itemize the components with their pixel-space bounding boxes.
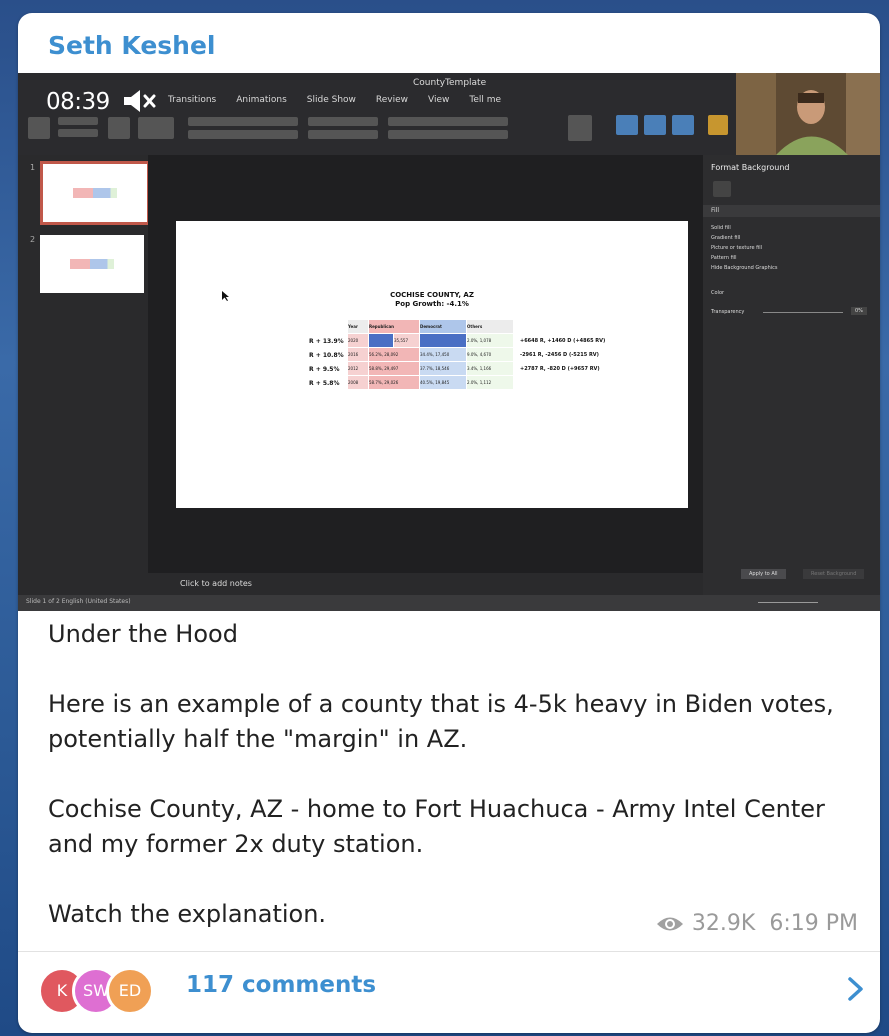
ppt-tab: Animations (236, 95, 287, 105)
slide-title: COCHISE COUNTY, AZ (390, 291, 474, 299)
message-paragraph: Here is an example of a county that is 4… (48, 690, 834, 753)
ppt-tab: Transitions (168, 95, 217, 105)
zoom-slider[interactable] (758, 602, 818, 603)
row-label: R + 5.8% (309, 380, 340, 387)
change-note: -2961 R, -2456 D (-5215 RV) (520, 352, 599, 358)
notes-placeholder: Click to add notes (180, 579, 252, 588)
fill-icon (713, 181, 731, 197)
table-header: Year (348, 320, 368, 333)
message-text: Under the Hood Here is an example of a c… (48, 617, 848, 932)
chevron-right-icon[interactable] (844, 974, 868, 1004)
slide-subtitle: Pop Growth: -4.1% (395, 300, 469, 308)
table-cell: 2020 (348, 334, 368, 347)
pane-section: Fill (711, 207, 720, 214)
comments-bar[interactable]: K SW ED 117 comments (38, 964, 868, 1020)
webcam-overlay (736, 73, 880, 155)
transparency-value[interactable]: 0% (851, 307, 867, 315)
status-bar: Slide 1 of 2 English (United States) (18, 595, 880, 611)
table-cell: 3.4%, 1,166 (467, 362, 513, 375)
fill-option[interactable]: Solid fill (711, 223, 778, 233)
slide: COCHISE COUNTY, AZ Pop Growth: -4.1% Yea… (176, 221, 688, 508)
message-paragraph: Under the Hood (48, 620, 238, 648)
author-name[interactable]: Seth Keshel (48, 31, 216, 60)
table-header: Democrat (420, 320, 466, 333)
transparency-slider[interactable] (763, 312, 843, 313)
eye-icon (656, 917, 683, 930)
color-label: Color (711, 290, 725, 296)
video-timer: 08:39 (46, 89, 110, 115)
mute-icon[interactable] (122, 87, 158, 115)
change-note: +2787 R, -820 D (+9657 RV) (520, 366, 600, 372)
table-cell: 9.0%, 4,670 (467, 348, 513, 361)
fill-option[interactable]: Hide Background Graphics (711, 263, 778, 273)
slide-thumbnail[interactable] (40, 235, 144, 293)
ppt-ribbon (28, 113, 728, 149)
ppt-tab: Slide Show (306, 95, 356, 105)
table-header: Others (467, 320, 513, 333)
avatar: ED (106, 967, 154, 1015)
fill-option[interactable]: Picture or texture fill (711, 243, 778, 253)
apply-to-all-button[interactable]: Apply to All (741, 569, 786, 579)
table-cell: 2.0%, 1,112 (467, 376, 513, 389)
fill-option[interactable]: Pattern fill (711, 253, 778, 263)
format-background-pane: Format Background Fill Solid fill Gradie… (703, 155, 880, 595)
divider (18, 951, 880, 952)
table-cell: 58.7%, 29,026 (369, 376, 419, 389)
change-note: +6648 R, +1460 D (+4865 RV) (520, 338, 606, 344)
table-cell: 2008 (348, 376, 368, 389)
fill-options: Solid fill Gradient fill Picture or text… (711, 223, 778, 273)
table-cell: 2016 (348, 348, 368, 361)
reset-background-button[interactable]: Reset Background (803, 569, 865, 579)
table-cell-bar (369, 334, 393, 347)
row-label: R + 10.8% (309, 352, 344, 359)
row-label: R + 13.9% (309, 338, 344, 345)
comments-count[interactable]: 117 comments (186, 972, 376, 998)
message-paragraph: Cochise County, AZ - home to Fort Huachu… (48, 795, 825, 858)
table-cell: 35,557 (394, 334, 419, 347)
table-cell: 2.0%, 1,078 (467, 334, 513, 347)
ppt-tabs: Transitions Animations Slide Show Review… (168, 95, 501, 105)
slide-thumbnail[interactable] (40, 161, 150, 225)
table-cell: 2012 (348, 362, 368, 375)
transparency-label: Transparency (711, 309, 745, 315)
fill-option[interactable]: Gradient fill (711, 233, 778, 243)
table-cell: 37.7%, 18,546 (420, 362, 466, 375)
ppt-tab: Tell me (469, 95, 502, 105)
table-cell: 58.8%, 29,497 (369, 362, 419, 375)
table-cell: 40.5%, 19,845 (420, 376, 466, 389)
message-card: Seth Keshel CountyTemplate Transitions A… (18, 13, 880, 1033)
table-cell: 34.4%, 17,450 (420, 348, 466, 361)
message-meta: 32.9K 6:19 PM (656, 911, 858, 936)
pane-title: Format Background (711, 163, 790, 172)
row-label: R + 9.5% (309, 366, 340, 373)
ppt-doc-title: CountyTemplate (413, 78, 487, 88)
video-player[interactable]: CountyTemplate Transitions Animations Sl… (18, 73, 880, 611)
mouse-cursor-icon (222, 291, 229, 301)
ppt-tab: Review (375, 95, 409, 105)
table-cell: 56.2%, 28,092 (369, 348, 419, 361)
ppt-tab: View (428, 95, 450, 105)
table-cell-bar (420, 334, 466, 347)
message-time: 6:19 PM (769, 911, 858, 936)
table-header: Republican (369, 320, 419, 333)
slide-thumbnails: 1 2 (18, 155, 150, 595)
notes-bar[interactable]: Click to add notes (148, 573, 703, 595)
status-text: Slide 1 of 2 English (United States) (26, 598, 131, 605)
view-count: 32.9K (691, 911, 756, 936)
